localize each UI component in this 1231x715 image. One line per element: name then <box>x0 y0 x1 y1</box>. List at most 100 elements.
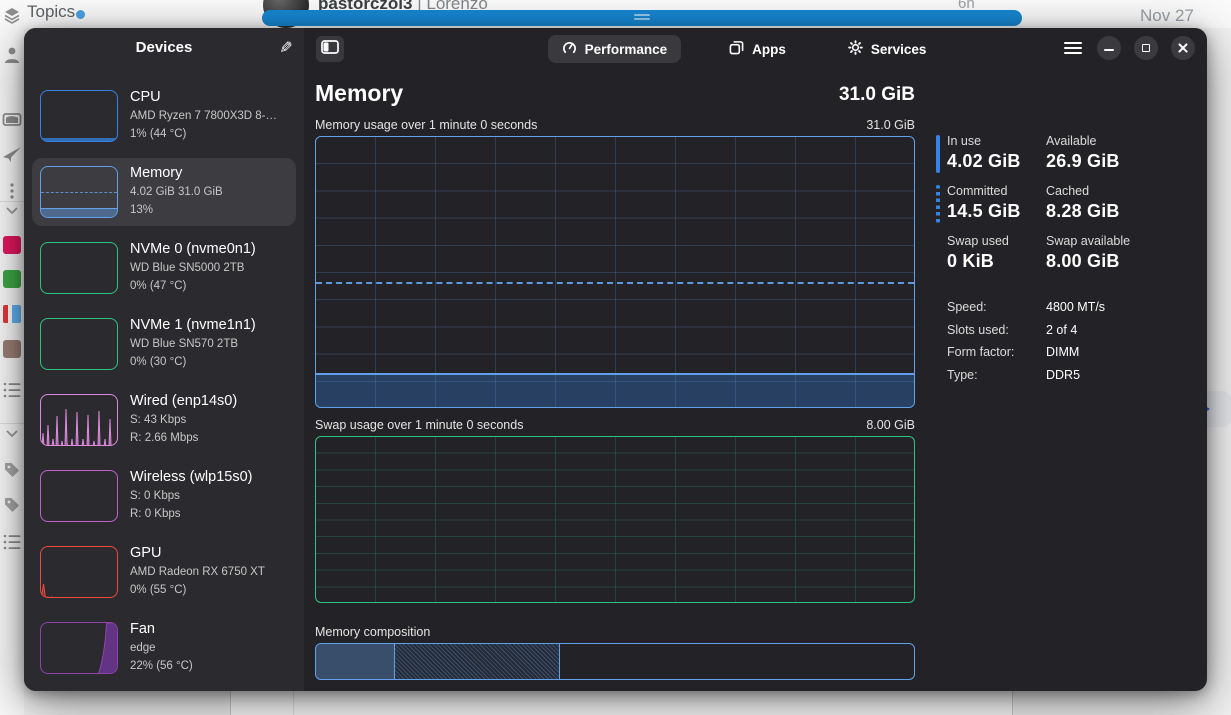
device-name: NVMe 0 (nvme0n1) <box>130 241 256 257</box>
device-line3: R: 2.66 Mbps <box>130 430 237 448</box>
person-icon[interactable] <box>2 45 22 65</box>
device-line2: 4.02 GiB 31.0 GiB <box>130 184 223 202</box>
tab-performance[interactable]: Performance <box>548 35 682 63</box>
menu-button[interactable] <box>1064 36 1084 60</box>
divider <box>0 201 24 202</box>
detail-value-slots: 2 of 4 <box>1046 323 1201 337</box>
maximize-button[interactable] <box>1134 36 1158 60</box>
device-line2: WD Blue SN570 2TB <box>130 336 256 354</box>
memory-graph-caption: Memory usage over 1 minute 0 seconds <box>315 118 537 132</box>
fan-thumbnail-graph <box>40 622 118 674</box>
tab-label: Apps <box>752 42 786 57</box>
tab-label: Performance <box>585 42 668 57</box>
menu-icon <box>1064 42 1082 44</box>
sidebar-item-nvme1[interactable]: NVMe 1 (nvme1n1) WD Blue SN570 2TB 0% (3… <box>32 310 296 378</box>
memory-thumbnail-graph <box>40 166 118 218</box>
memory-stats-panel: In use 4.02 GiB Available 26.9 GiB Commi… <box>936 134 1201 382</box>
divider <box>0 423 24 424</box>
tab-apps[interactable]: Apps <box>715 35 800 63</box>
sidebar-item-nvme0[interactable]: NVMe 0 (nvme0n1) WD Blue SN5000 2TB 0% (… <box>32 234 296 302</box>
stat-cached: Cached 8.28 GiB <box>1046 184 1201 234</box>
device-line3: R: 0 Kbps <box>130 506 252 524</box>
green-swatch[interactable] <box>3 270 21 288</box>
maximize-icon <box>1142 44 1150 52</box>
device-name: Wired (enp14s0) <box>130 393 237 409</box>
topics-label: Topics <box>27 2 75 22</box>
speedometer-icon <box>562 40 577 58</box>
memory-hardware-details: Speed: 4800 MT/s Slots used: 2 of 4 Form… <box>947 300 1201 382</box>
tag-icon[interactable] <box>2 460 22 480</box>
minimize-button[interactable] <box>1097 36 1121 60</box>
device-line2: S: 0 Kbps <box>130 488 252 506</box>
detail-label-slots: Slots used: <box>947 323 1046 337</box>
send-icon[interactable] <box>2 145 22 165</box>
stat-committed: Committed 14.5 GiB <box>947 184 1046 234</box>
stat-available: Available 26.9 GiB <box>1046 134 1201 184</box>
divider <box>293 691 294 715</box>
device-line2: edge <box>130 640 193 658</box>
swap-graph-caption-row: Swap usage over 1 minute 0 seconds 8.00 … <box>315 418 915 432</box>
detail-label-type: Type: <box>947 368 1046 382</box>
memory-graph-caption-row: Memory usage over 1 minute 0 seconds 31.… <box>315 118 915 132</box>
drag-handle-icon[interactable] <box>634 14 650 16</box>
detail-value-type: DDR5 <box>1046 368 1201 382</box>
sidebar-item-gpu[interactable]: GPU AMD Radeon RX 6750 XT 0% (55 °C) <box>32 538 296 606</box>
composition-caption: Memory composition <box>315 625 430 639</box>
red-blue-swatch[interactable] <box>3 305 21 323</box>
tab-services[interactable]: Services <box>834 35 941 63</box>
chevron-down-icon[interactable] <box>2 427 22 447</box>
background-scrollbar[interactable] <box>262 10 1022 26</box>
devices-sidebar: Devices ✎ CPU AMD Ryzen 7 7800X3D 8-… 1%… <box>24 28 304 691</box>
tag-icon[interactable] <box>2 495 22 515</box>
minimize-icon <box>1104 49 1114 51</box>
wireless-thumbnail-graph <box>40 470 118 522</box>
list-icon[interactable] <box>2 380 22 400</box>
in-use-indicator-icon <box>936 135 940 173</box>
gpu-thumbnail-graph <box>40 546 118 598</box>
stat-swap-available: Swap available 8.00 GiB <box>1046 234 1201 284</box>
sidebar-item-memory[interactable]: Memory 4.02 GiB 31.0 GiB 13% <box>32 158 296 226</box>
gear-icon <box>848 40 863 58</box>
apps-icon <box>729 40 744 58</box>
memory-total-value: 31.0 GiB <box>315 84 915 106</box>
system-monitor-window: Devices ✎ CPU AMD Ryzen 7 7800X3D 8-… 1%… <box>24 28 1207 691</box>
in-use-area <box>316 373 914 407</box>
sidebar-toggle-button[interactable] <box>316 36 344 62</box>
device-name: GPU <box>130 545 265 561</box>
brown-swatch[interactable] <box>3 340 21 358</box>
pencil-icon: ✎ <box>279 38 292 58</box>
committed-dashed-line <box>316 282 914 284</box>
pink-swatch[interactable] <box>3 236 21 254</box>
composition-segment-free <box>560 644 914 679</box>
device-name: Fan <box>130 621 193 637</box>
close-button[interactable] <box>1171 36 1195 60</box>
sidebar-item-wireless[interactable]: Wireless (wlp15s0) S: 0 Kbps R: 0 Kbps <box>32 462 296 530</box>
device-list: CPU AMD Ryzen 7 7800X3D 8-… 1% (44 °C) M… <box>32 82 296 690</box>
device-name: Wireless (wlp15s0) <box>130 469 252 485</box>
layers-icon <box>3 6 21 29</box>
device-line3: 0% (47 °C) <box>130 278 256 296</box>
device-name: NVMe 1 (nvme1n1) <box>130 317 256 333</box>
memory-graph-max-label: 31.0 GiB <box>866 118 915 132</box>
device-line3: 1% (44 °C) <box>130 126 277 144</box>
edit-devices-button[interactable]: ✎ <box>274 36 298 60</box>
sidebar-toggle-icon <box>321 40 339 59</box>
nvme0-thumbnail-graph <box>40 242 118 294</box>
chevron-down-icon[interactable] <box>2 204 22 224</box>
sidebar-item-fan[interactable]: Fan edge 22% (56 °C) <box>32 614 296 682</box>
tv-icon[interactable] <box>2 110 22 130</box>
committed-indicator-icon <box>936 185 940 223</box>
view-tabs: Performance Apps Services <box>464 35 1024 63</box>
sidebar-item-wired[interactable]: Wired (enp14s0) S: 43 Kbps R: 2.66 Mbps <box>32 386 296 454</box>
wired-thumbnail-graph <box>40 394 118 446</box>
stat-in-use: In use 4.02 GiB <box>947 134 1046 184</box>
memory-usage-graph <box>315 136 915 408</box>
sidebar-item-cpu[interactable]: CPU AMD Ryzen 7 7800X3D 8-… 1% (44 °C) <box>32 82 296 150</box>
background-bottom-card <box>230 691 1013 715</box>
device-line2: WD Blue SN5000 2TB <box>130 260 256 278</box>
device-line3: 0% (30 °C) <box>130 354 256 372</box>
more-vertical-icon[interactable] <box>2 181 22 201</box>
detail-value-form-factor: DIMM <box>1046 345 1201 359</box>
list-icon[interactable] <box>2 532 22 552</box>
swap-graph-caption: Swap usage over 1 minute 0 seconds <box>315 418 523 432</box>
